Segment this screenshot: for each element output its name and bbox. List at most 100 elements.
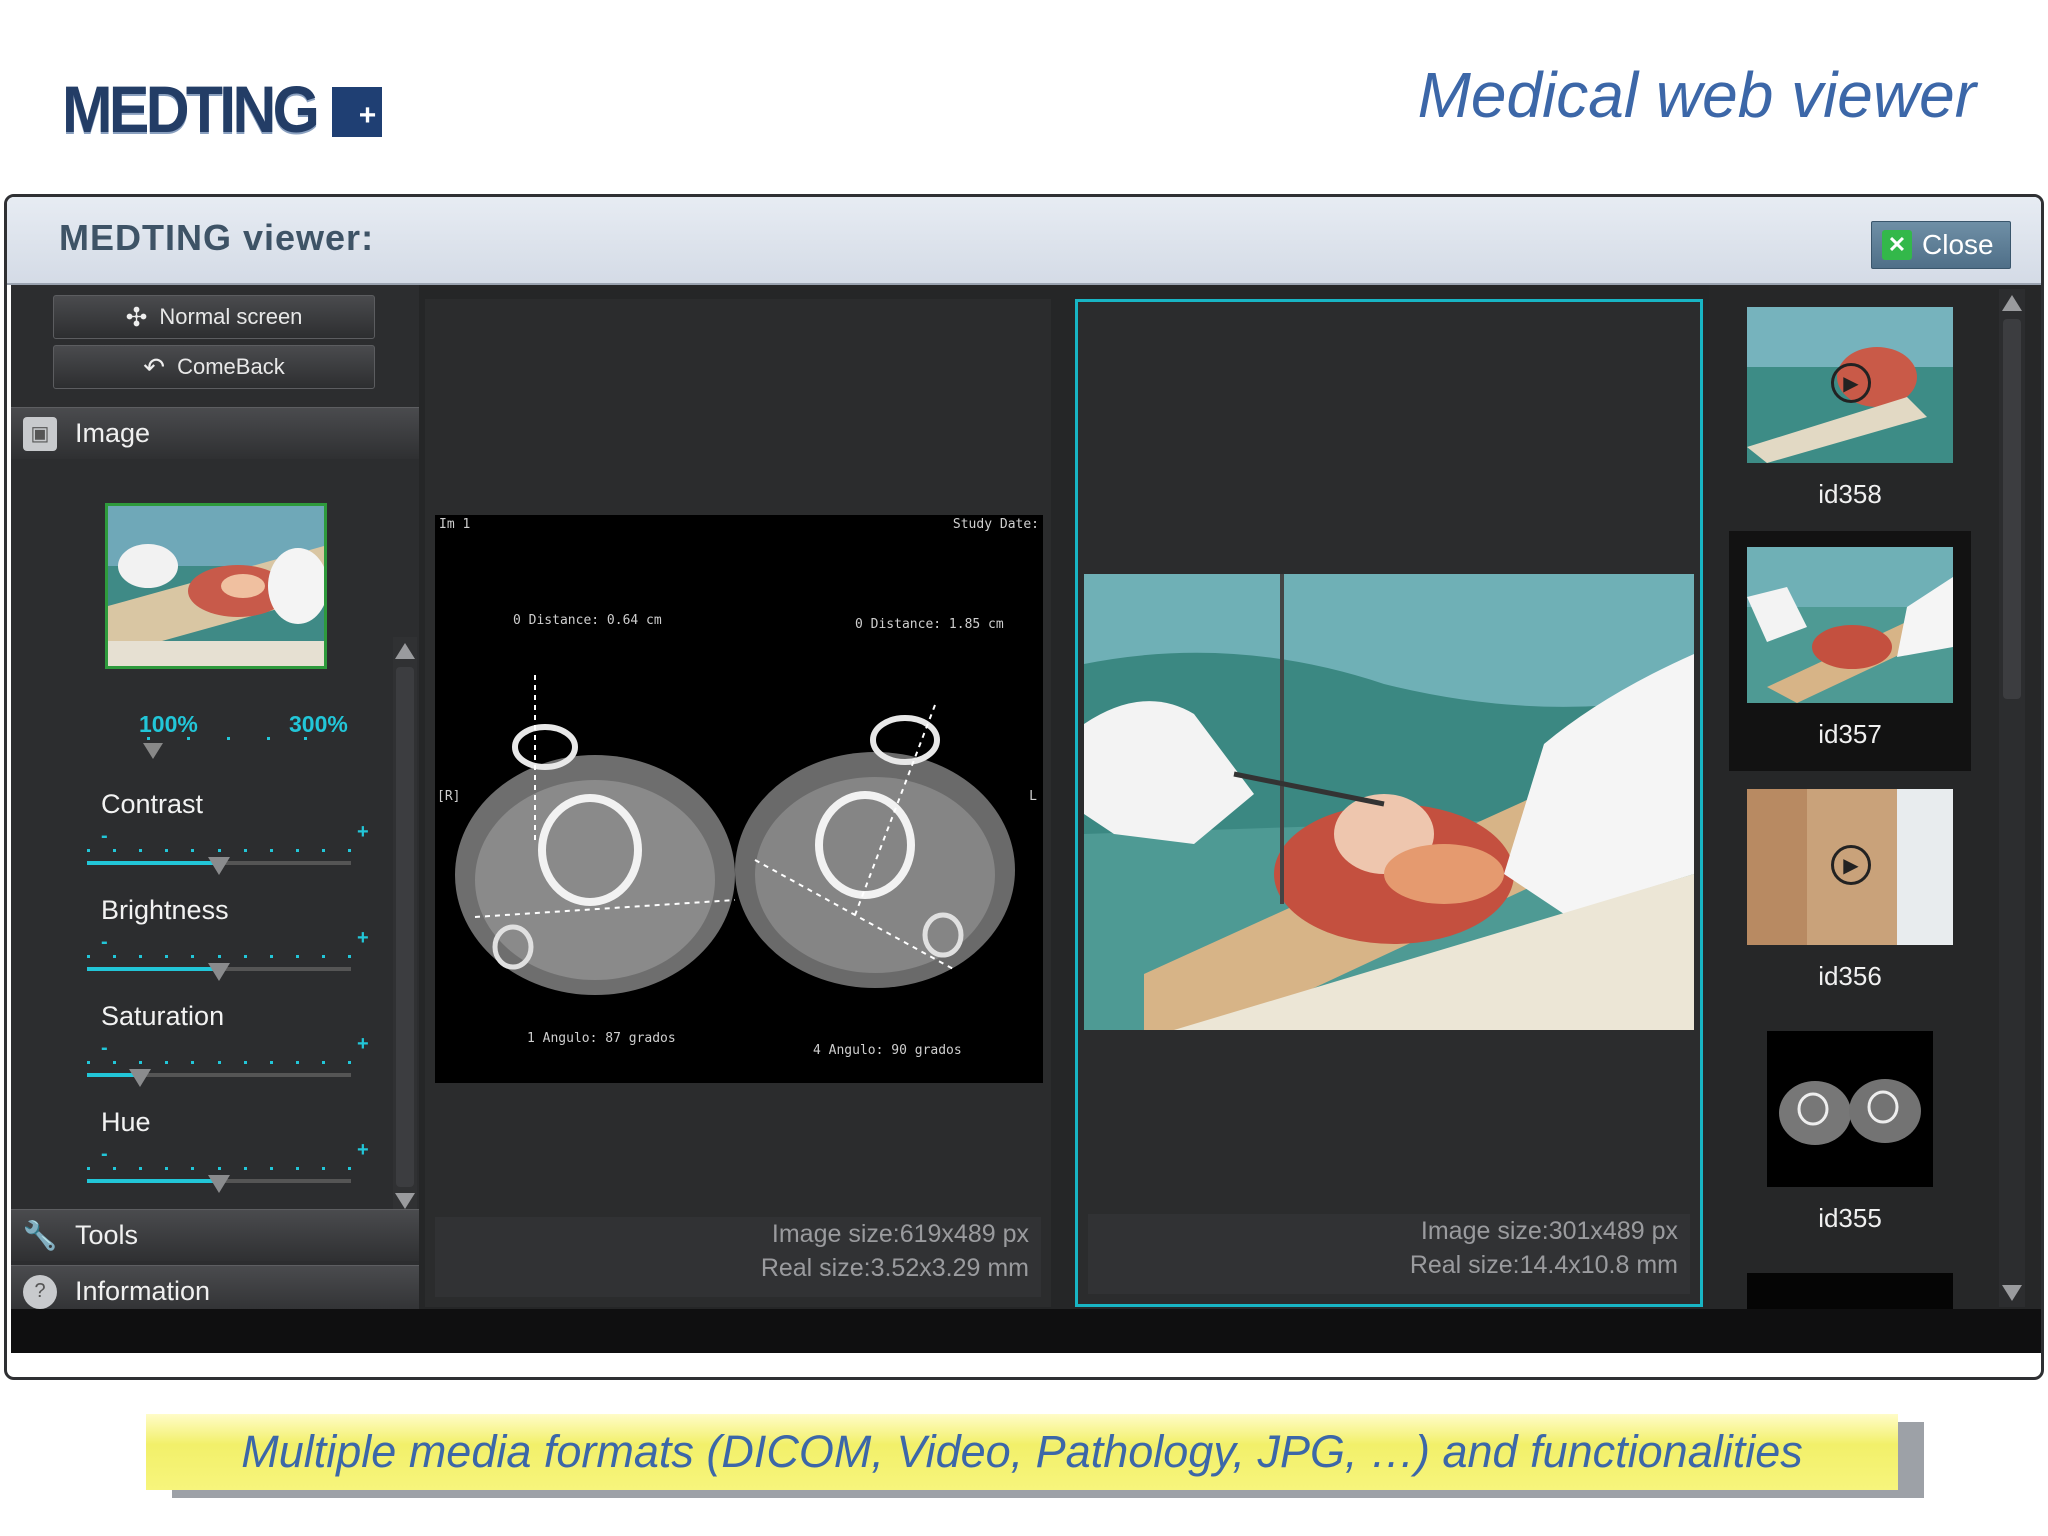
hue-slider-handle[interactable] bbox=[208, 1175, 230, 1193]
saturation-minus: - bbox=[101, 1037, 108, 1059]
scrollbar-thumb[interactable] bbox=[2003, 319, 2021, 699]
dicom-panel-info: Image size:619x489 px Real size:3.52x3.2… bbox=[435, 1217, 1041, 1297]
comeback-button[interactable]: ↶ ComeBack bbox=[53, 345, 375, 389]
contrast-slider[interactable] bbox=[87, 849, 351, 875]
logo-plus-icon: + bbox=[332, 87, 383, 137]
medting-logo: MEDTING + bbox=[62, 72, 383, 146]
caption-banner: Multiple media formats (DICOM, Video, Pa… bbox=[146, 1414, 1898, 1490]
thumbnail-image bbox=[1747, 547, 1953, 703]
hue-plus: + bbox=[357, 1139, 369, 1161]
viewer-window: MEDTING viewer: ✕ Close ✣ Normal screen … bbox=[4, 194, 2044, 1380]
dicom-overlay-text: 0 Distance: 1.85 cm bbox=[855, 617, 1004, 632]
section-image-label: Image bbox=[75, 418, 151, 448]
section-tools-label: Tools bbox=[75, 1220, 139, 1250]
thumbnail-label: id355 bbox=[1818, 1203, 1882, 1233]
photo-real-size: Real size:14.4x10.8 mm bbox=[1409, 1251, 1678, 1279]
saturation-slider-handle[interactable] bbox=[128, 1069, 151, 1087]
undo-arrow-icon: ↶ bbox=[143, 351, 166, 382]
contrast-minus: - bbox=[101, 825, 108, 847]
thumbnail-image: ▶ bbox=[1747, 307, 1953, 463]
dicom-overlay-text: L bbox=[1029, 789, 1037, 804]
left-panel-scrollbar[interactable] bbox=[393, 637, 417, 1215]
dicom-ct-image[interactable]: Im 1 Study Date: 0 Distance: 0.64 cm 0 D… bbox=[435, 515, 1043, 1083]
dicom-overlay-text: 1 Angulo: 87 grados bbox=[527, 1031, 676, 1046]
play-video-icon: ▶ bbox=[1831, 363, 1871, 403]
hue-label: Hue bbox=[101, 1107, 151, 1137]
dicom-overlay-text: Study Date: bbox=[952, 517, 1039, 532]
photo-image-size: Image size:301x489 px bbox=[1420, 1217, 1678, 1245]
thumbnail-label: id358 bbox=[1818, 479, 1882, 509]
play-video-icon: ▶ bbox=[1831, 845, 1871, 885]
brightness-slider[interactable] bbox=[87, 955, 351, 981]
close-label: Close bbox=[1922, 229, 1994, 260]
photo-image-panel[interactable]: Image size:301x489 px Real size:14.4x10.… bbox=[1075, 299, 1703, 1307]
normal-screen-button[interactable]: ✣ Normal screen bbox=[53, 295, 375, 339]
thumbnail-item-partial[interactable] bbox=[1747, 1273, 1953, 1309]
contrast-label: Contrast bbox=[101, 789, 204, 819]
surgery-photo[interactable] bbox=[1084, 574, 1694, 1030]
saturation-slider[interactable] bbox=[87, 1061, 351, 1087]
dicom-overlay-text: Im 1 bbox=[439, 517, 471, 532]
thumbnail-image bbox=[1767, 1031, 1933, 1187]
ct-knee-scan-image bbox=[435, 515, 1043, 1083]
photo-panel-info: Image size:301x489 px Real size:14.4x10.… bbox=[1088, 1214, 1690, 1294]
image-icon: ▣ bbox=[23, 416, 57, 451]
viewer-title-bar: MEDTING viewer: ✕ Close bbox=[7, 197, 2041, 285]
normal-screen-label: Normal screen bbox=[159, 304, 303, 329]
hue-slider-fill bbox=[87, 1179, 219, 1183]
contrast-slider-fill bbox=[87, 861, 219, 865]
dicom-overlay-text: 0 Distance: 0.64 cm bbox=[513, 613, 662, 628]
zoom-slider-handle[interactable] bbox=[143, 743, 163, 759]
dicom-real-size: Real size:3.52x3.29 mm bbox=[760, 1254, 1029, 1282]
scrollbar-thumb[interactable] bbox=[396, 667, 414, 1187]
scroll-up-arrow-icon[interactable] bbox=[2002, 295, 2022, 311]
thumbnail-item-id356[interactable]: ▶ id356 bbox=[1729, 773, 1971, 1013]
section-image-header[interactable]: ▣ Image bbox=[11, 407, 419, 459]
hue-minus: - bbox=[101, 1143, 108, 1165]
brightness-minus: - bbox=[101, 931, 108, 953]
thumbnail-item-id358[interactable]: ▶ id358 bbox=[1729, 291, 1971, 531]
zoom-max-label: 300% bbox=[289, 711, 348, 737]
thumbnail-label: id357 bbox=[1818, 719, 1882, 749]
image-preview-thumbnail bbox=[105, 503, 327, 669]
zoom-slider[interactable] bbox=[147, 737, 307, 741]
close-x-icon: ✕ bbox=[1882, 230, 1912, 260]
wrench-icon: 🔧 bbox=[22, 1220, 58, 1251]
comeback-label: ComeBack bbox=[177, 354, 285, 379]
brightness-slider-fill bbox=[87, 967, 219, 971]
thumbnail-image: ▶ bbox=[1747, 789, 1953, 945]
scroll-up-arrow-icon[interactable] bbox=[395, 643, 415, 659]
hue-slider[interactable] bbox=[87, 1167, 351, 1193]
dicom-overlay-text: [R] bbox=[437, 789, 461, 804]
viewer-title: MEDTING viewer: bbox=[59, 217, 375, 258]
close-button[interactable]: ✕ Close bbox=[1871, 221, 2011, 269]
left-panel: ✣ Normal screen ↶ ComeBack ▣ Image 100% … bbox=[11, 285, 419, 1317]
contrast-plus: + bbox=[357, 821, 369, 843]
thumbnail-item-id355[interactable]: id355 bbox=[1729, 1015, 1971, 1255]
dicom-image-panel[interactable]: Im 1 Study Date: 0 Distance: 0.64 cm 0 D… bbox=[425, 299, 1051, 1307]
dicom-image-size: Image size:619x489 px bbox=[771, 1220, 1029, 1248]
saturation-plus: + bbox=[357, 1033, 369, 1055]
scroll-down-arrow-icon[interactable] bbox=[395, 1193, 415, 1209]
slide-title: Medical web viewer bbox=[1417, 59, 1976, 131]
contrast-slider-handle[interactable] bbox=[208, 857, 230, 875]
thumbnail-scrollbar[interactable] bbox=[1999, 289, 2025, 1307]
brightness-label: Brightness bbox=[101, 895, 229, 925]
surgery-preview-image bbox=[108, 506, 324, 666]
scroll-down-arrow-icon[interactable] bbox=[2002, 1285, 2022, 1301]
surgery-photo-image bbox=[1084, 574, 1694, 1030]
info-icon: ? bbox=[23, 1274, 57, 1309]
brightness-slider-handle[interactable] bbox=[208, 963, 230, 981]
caption-text: Multiple media formats (DICOM, Video, Pa… bbox=[241, 1426, 1803, 1477]
section-tools-header[interactable]: 🔧 Tools bbox=[11, 1209, 419, 1261]
shrink-screen-icon: ✣ bbox=[125, 301, 148, 332]
viewer-body: ✣ Normal screen ↶ ComeBack ▣ Image 100% … bbox=[11, 285, 2041, 1345]
section-information-label: Information bbox=[75, 1276, 211, 1306]
thumbnail-item-id357[interactable]: id357 bbox=[1729, 531, 1971, 771]
thumbnail-strip: ▶ id358 id357 ▶ id356 id355 bbox=[1709, 285, 2041, 1309]
brightness-plus: + bbox=[357, 927, 369, 949]
dicom-overlay-text: 4 Angulo: 90 grados bbox=[813, 1043, 962, 1058]
logo-text: MEDTING bbox=[62, 72, 320, 146]
zoom-min-label: 100% bbox=[139, 711, 198, 737]
viewer-footer bbox=[11, 1309, 2041, 1353]
